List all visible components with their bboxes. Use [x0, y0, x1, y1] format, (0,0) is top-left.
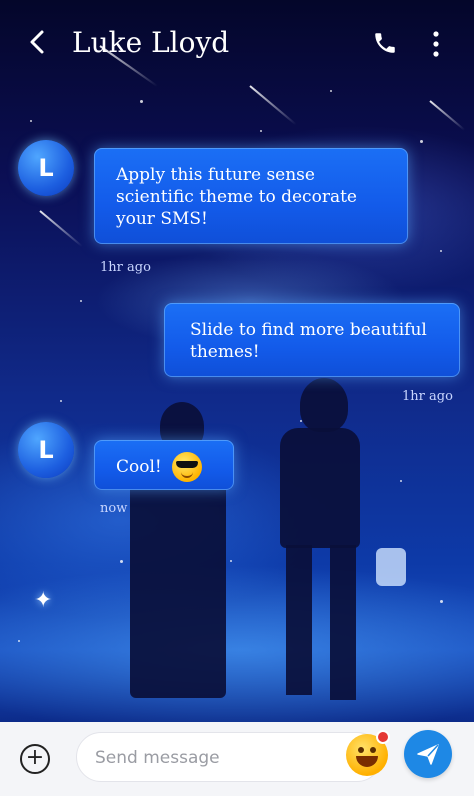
message-timestamp: 1hr ago: [402, 389, 453, 404]
grinning-face-mouth: [356, 756, 378, 767]
star: [140, 100, 143, 103]
message-composer: +: [0, 722, 474, 796]
message-text: Apply this future sense scientific theme…: [116, 165, 357, 229]
message-text: Slide to find more beautiful themes!: [190, 320, 427, 362]
star: [80, 300, 82, 302]
star: [400, 480, 402, 482]
sparkle-icon: ✦: [34, 588, 53, 613]
meteor: [39, 210, 83, 248]
contact-avatar[interactable]: L: [18, 422, 74, 478]
star: [330, 90, 332, 92]
message-input[interactable]: [93, 743, 347, 773]
star: [120, 560, 123, 563]
more-options-button[interactable]: [430, 30, 442, 58]
star: [440, 250, 442, 252]
contact-name: Luke Lloyd: [72, 26, 230, 59]
star: [30, 120, 32, 122]
lantern: [376, 548, 406, 586]
grinning-face-icon: [358, 747, 364, 753]
chat-header: Luke Lloyd: [0, 0, 474, 90]
sunglasses-emoji-icon: [171, 452, 202, 482]
meteor: [249, 85, 297, 126]
star: [60, 400, 62, 402]
chevron-left-icon: [30, 30, 44, 54]
figure-leg-right-a: [286, 545, 312, 695]
figure-leg-right-b: [330, 545, 356, 700]
call-button[interactable]: [372, 30, 396, 54]
star: [260, 130, 262, 132]
phone-icon: [375, 33, 395, 53]
message-bubble-incoming[interactable]: Cool!: [94, 440, 234, 490]
send-icon: [417, 744, 439, 765]
message-timestamp: 1hr ago: [100, 260, 151, 275]
star: [230, 560, 232, 562]
grinning-face-eye: [370, 747, 376, 753]
back-button[interactable]: [24, 28, 52, 56]
send-button[interactable]: [404, 730, 452, 778]
star: [18, 640, 20, 642]
message-input-wrapper: [76, 732, 382, 782]
message-timestamp: now: [100, 501, 128, 516]
notification-badge: [376, 730, 390, 744]
contact-avatar[interactable]: L: [18, 140, 74, 196]
meteor: [429, 100, 466, 131]
message-bubble-outgoing[interactable]: Slide to find more beautiful themes!: [164, 303, 460, 377]
add-attachment-button[interactable]: +: [20, 744, 50, 774]
plus-circle-icon: +: [25, 745, 45, 770]
message-bubble-incoming[interactable]: Apply this future sense scientific theme…: [94, 148, 408, 244]
message-text: Cool!: [116, 457, 162, 477]
star: [440, 600, 443, 603]
star: [420, 140, 423, 143]
figure-torso-right: [280, 428, 360, 548]
figure-head-right: [300, 378, 348, 432]
more-vertical-icon: [433, 31, 439, 57]
emoji-button[interactable]: [346, 730, 390, 776]
